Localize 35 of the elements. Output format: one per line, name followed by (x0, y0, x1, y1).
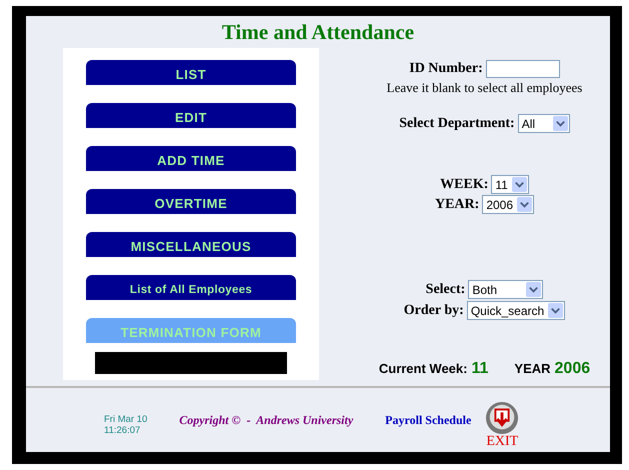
caret-icon (548, 303, 564, 318)
time-text: 11:26:07 (104, 425, 142, 436)
menu-button[interactable]: MISCELLANEOUS (86, 232, 296, 257)
current-week-value: 11 (471, 360, 488, 378)
select-label: Select: (426, 282, 466, 298)
caret-icon (517, 197, 532, 212)
select-dropdown[interactable]: Both (468, 280, 544, 299)
menu-button[interactable]: EDIT (86, 103, 296, 128)
order-select[interactable]: Quick_search (466, 301, 566, 320)
week-select[interactable]: 11 (491, 175, 529, 194)
exit-icon[interactable] (485, 401, 520, 435)
caret-icon (512, 177, 527, 192)
department-select[interactable]: All (518, 114, 570, 133)
year-label: YEAR (514, 361, 551, 376)
caret-icon (552, 116, 568, 131)
page-title: Time and Attendance (220, 20, 416, 46)
date-text: Fri Mar 10 (104, 414, 148, 425)
id-label: ID Number: (409, 61, 483, 77)
menu-button[interactable]: List of All Employees (86, 275, 296, 300)
order-label: Order by: (404, 302, 464, 318)
exit-link[interactable]: EXIT (486, 435, 518, 449)
menu-button[interactable]: ADD TIME (86, 146, 296, 171)
menu-button[interactable]: LIST (86, 60, 296, 85)
menu-button[interactable]: OVERTIME (86, 189, 296, 214)
year-value: 2006 (554, 360, 590, 378)
id-hint: Leave it blank to select all employees (386, 80, 582, 96)
department-label: Select Department: (399, 116, 515, 132)
caret-icon (526, 282, 542, 297)
week-label: WEEK: (440, 176, 488, 192)
payroll-link[interactable]: Payroll Schedule (385, 412, 472, 428)
id-input[interactable] (486, 60, 560, 78)
copyright-text: Copyright © - Andrews University (179, 412, 354, 428)
year-label: YEAR: (434, 196, 480, 212)
current-week-label: Current Week: (378, 361, 468, 376)
year-select[interactable]: 2006 (482, 195, 534, 214)
